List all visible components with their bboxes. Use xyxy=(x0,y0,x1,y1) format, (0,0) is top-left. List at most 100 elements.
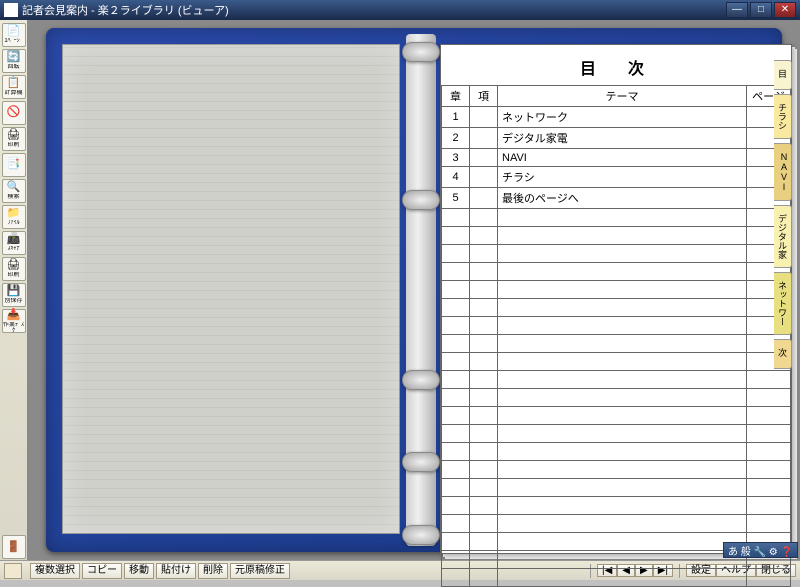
binder-view: 目 次 章 項 テーマ ページ 1ネットワーク2デジタル家電3NAVI4チラシ5… xyxy=(28,20,800,560)
toolbar-button[interactable]: 🖨印刷 xyxy=(2,257,26,281)
toc-row-empty[interactable] xyxy=(442,299,791,317)
ring-icon xyxy=(402,190,440,210)
toc-row-empty[interactable] xyxy=(442,569,791,587)
tool-icon: 📠 xyxy=(7,234,21,245)
tool-label: 検索 xyxy=(7,194,19,200)
minimize-button[interactable]: — xyxy=(726,2,748,18)
tool-label: 印刷 xyxy=(7,142,19,148)
toc-section xyxy=(470,128,498,149)
toc-chapter: 1 xyxy=(442,107,470,128)
toolbar-button[interactable]: 🖨印刷 xyxy=(2,127,26,151)
toc-header-chapter: 章 xyxy=(442,86,470,107)
left-page[interactable] xyxy=(62,44,400,534)
tool-label: 計算機 xyxy=(4,90,22,96)
toc-row-empty[interactable] xyxy=(442,389,791,407)
toc-row-empty[interactable] xyxy=(442,515,791,533)
toc-chapter: 3 xyxy=(442,149,470,167)
toolbar-button[interactable]: 🚫 xyxy=(2,101,26,125)
toc-chapter: 4 xyxy=(442,167,470,188)
tool-label: ｽｷｬﾅ xyxy=(7,246,19,252)
tool-icon: 📑 xyxy=(7,159,21,170)
toolbar-button[interactable]: 🔍検索 xyxy=(2,179,26,203)
toc-row[interactable]: 2 デジタル家電 xyxy=(442,128,791,149)
toc-section xyxy=(470,167,498,188)
toc-row[interactable]: 4チラシ xyxy=(442,167,791,188)
toc-row-empty[interactable] xyxy=(442,461,791,479)
toc-row-empty[interactable] xyxy=(442,407,791,425)
toc-theme: NAVI xyxy=(498,149,747,167)
tool-icon: 🖨 xyxy=(7,130,21,141)
toc-row-empty[interactable] xyxy=(442,335,791,353)
index-tab[interactable]: NAVI xyxy=(774,143,792,201)
toc-row-empty[interactable] xyxy=(442,479,791,497)
close-button[interactable]: ✕ xyxy=(774,2,796,18)
title-bar: 記者会見案内 - 楽２ライブラリ (ビューア) — □ ✕ xyxy=(0,0,800,20)
toc-row-empty[interactable] xyxy=(442,497,791,515)
toolbar-button[interactable]: 📑 xyxy=(2,153,26,177)
exit-icon[interactable] xyxy=(4,563,22,579)
toc-page: 目 次 章 項 テーマ ページ 1ネットワーク2デジタル家電3NAVI4チラシ5… xyxy=(440,44,792,554)
toc-row-empty[interactable] xyxy=(442,317,791,335)
toc-chapter: 2 xyxy=(442,128,470,149)
toc-row[interactable]: 1 ネットワーク xyxy=(442,107,791,128)
toc-section xyxy=(470,107,498,128)
toc-title: 目 次 xyxy=(441,45,791,85)
index-tab[interactable]: 目 xyxy=(774,60,792,90)
tool-icon: 🚫 xyxy=(7,107,21,118)
toc-section xyxy=(470,188,498,209)
tool-label: 作業ﾃﾞｽｸ xyxy=(3,322,25,332)
tool-icon: 💾 xyxy=(7,286,21,297)
ring-icon xyxy=(402,42,440,62)
toc-row-empty[interactable] xyxy=(442,227,791,245)
tool-label: 1ﾍﾟｰｼﾞ xyxy=(4,38,22,44)
toc-row-empty[interactable] xyxy=(442,371,791,389)
toc-row-empty[interactable] xyxy=(442,443,791,461)
bottom-button[interactable]: コピー xyxy=(82,563,122,579)
index-tab[interactable]: チラシ xyxy=(774,94,792,139)
toc-theme: デジタル家電 xyxy=(498,128,747,149)
toc-chapter: 5 xyxy=(442,188,470,209)
toc-section xyxy=(470,149,498,167)
index-tab[interactable]: 次 xyxy=(774,339,792,369)
tool-label: ﾌｧｲﾙ xyxy=(7,220,19,226)
tool-icon: 🔄 xyxy=(7,52,21,63)
toc-header-theme: テーマ xyxy=(498,86,747,107)
ring-icon xyxy=(402,525,440,545)
toc-row-empty[interactable] xyxy=(442,245,791,263)
toolbar-button[interactable]: 📥作業ﾃﾞｽｸ xyxy=(2,309,26,333)
window-title: 記者会見案内 - 楽２ライブラリ (ビューア) xyxy=(22,2,726,18)
toc-row-empty[interactable] xyxy=(442,281,791,299)
toc-row-empty[interactable] xyxy=(442,353,791,371)
toc-row-empty[interactable] xyxy=(442,209,791,227)
toc-row-empty[interactable] xyxy=(442,425,791,443)
toc-row[interactable]: 5最後のページへ xyxy=(442,188,791,209)
toc-table: 章 項 テーマ ページ 1ネットワーク2デジタル家電3NAVI4チラシ5最後のペ… xyxy=(441,85,791,587)
tool-icon: 📋 xyxy=(7,78,21,89)
toolbar-button[interactable]: 📄1ﾍﾟｰｼﾞ xyxy=(2,23,26,47)
bottom-button[interactable]: 貼付け xyxy=(156,563,196,579)
ring-icon xyxy=(402,452,440,472)
bottom-button[interactable]: 元原稿修正 xyxy=(230,563,290,579)
toc-row[interactable]: 3 NAVI xyxy=(442,149,791,167)
bottom-button[interactable]: 削除 xyxy=(198,563,228,579)
toolbar-button[interactable]: 💾別保存 xyxy=(2,283,26,307)
toc-row-empty[interactable] xyxy=(442,263,791,281)
tool-icon: 🖨 xyxy=(7,260,21,271)
ring-icon xyxy=(402,370,440,390)
bottom-button[interactable]: 移動 xyxy=(124,563,154,579)
bottom-button[interactable]: 複数選択 xyxy=(30,563,80,579)
exit-button[interactable]: 🚪 xyxy=(2,535,26,559)
maximize-button[interactable]: □ xyxy=(750,2,772,18)
toolbar-sidebar: 📄1ﾍﾟｰｼﾞ🔄回転📋計算機🚫🖨印刷📑🔍検索📁ﾌｧｲﾙ📠ｽｷｬﾅ🖨印刷💾別保存📥… xyxy=(0,20,28,560)
toolbar-button[interactable]: 📠ｽｷｬﾅ xyxy=(2,231,26,255)
tool-icon: 🔍 xyxy=(7,182,21,193)
toc-theme: ネットワーク xyxy=(498,107,747,128)
index-tabs: 目チラシ NAVI デジタル家ネットワー次 xyxy=(774,60,792,373)
index-tab[interactable]: デジタル家 xyxy=(774,205,792,268)
ime-bar[interactable]: あ 般 🔧 ⚙ ❓ xyxy=(723,542,798,558)
toolbar-button[interactable]: 🔄回転 xyxy=(2,49,26,73)
index-tab[interactable]: ネットワー xyxy=(774,272,792,335)
tool-icon: 📥 xyxy=(7,310,21,321)
toolbar-button[interactable]: 📁ﾌｧｲﾙ xyxy=(2,205,26,229)
toolbar-button[interactable]: 📋計算機 xyxy=(2,75,26,99)
